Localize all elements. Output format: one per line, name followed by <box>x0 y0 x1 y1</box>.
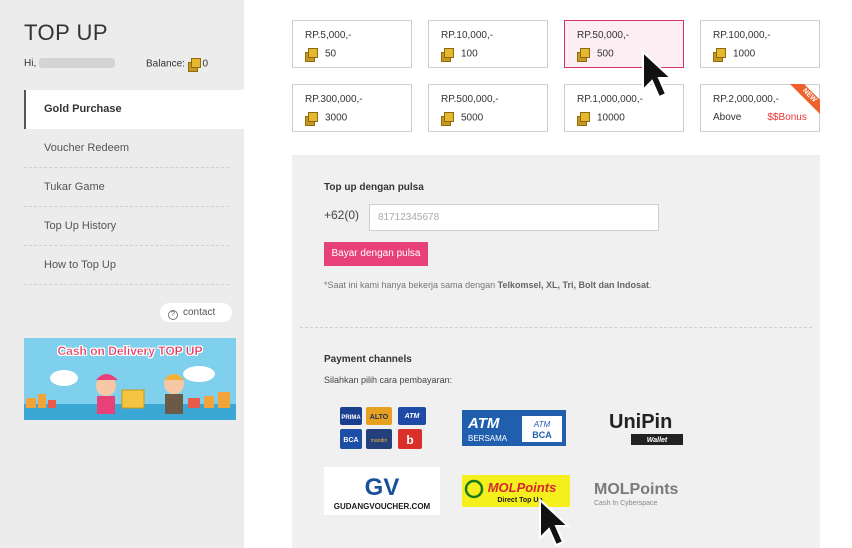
gold-coin-icon <box>441 48 454 62</box>
molpoints-cyberspace-channel[interactable]: MOLPoints Cash In Cyberspace <box>592 475 702 509</box>
package-100000[interactable]: RP.100,000,- 1000 <box>700 20 820 68</box>
svg-text:ATM: ATM <box>404 413 420 420</box>
note-suffix: . <box>648 280 652 290</box>
gold-coin-icon <box>577 48 590 62</box>
package-gold-amount: 500 <box>597 48 614 60</box>
note-operators: Telkomsel, XL, Tri, Bolt dan Indosat <box>497 280 649 290</box>
svg-text:ALTO: ALTO <box>370 414 389 421</box>
nav-item-top-up-history[interactable]: Top Up History <box>24 207 229 246</box>
gudang-voucher-channel[interactable]: GV GUDANGVOUCHER.COM <box>324 467 440 515</box>
gold-coin-icon <box>441 112 454 126</box>
package-gold: 1000 <box>713 48 756 62</box>
svg-text:b: b <box>406 433 413 447</box>
package-gold: 500 <box>577 48 614 62</box>
payment-channels-subtitle: Silahkan pilih cara pembayaran: <box>324 375 453 385</box>
gold-coin-icon <box>713 48 726 62</box>
svg-text:GV: GV <box>365 474 400 501</box>
sidebar: TOP UP Hi, Balance: 0 Gold Purchase Vouc… <box>0 0 244 548</box>
package-gold-amount: Above <box>713 112 742 123</box>
question-icon: ? <box>168 310 178 320</box>
operator-note: *Saat ini kami hanya bekerja sama dengan… <box>324 280 651 290</box>
svg-text:mandiri: mandiri <box>371 438 387 444</box>
gold-coin-icon <box>305 112 318 126</box>
nav-item-how-to-top-up[interactable]: How to Top Up <box>24 246 229 285</box>
contact-label: contact <box>183 307 216 318</box>
nav-item-gold-purchase[interactable]: Gold Purchase <box>24 90 244 129</box>
package-price: RP.1,000,000,- <box>577 94 643 105</box>
svg-text:MOLPoints: MOLPoints <box>488 480 557 495</box>
package-gold: 10000 <box>577 112 625 126</box>
balance-label: Balance: <box>146 58 185 70</box>
package-price: RP.50,000,- <box>577 30 630 41</box>
payment-channels-heading: Payment channels <box>324 354 412 365</box>
atm-bersama-bca-channel[interactable]: ATM BERSAMA ATM BCA <box>462 410 566 446</box>
package-300000[interactable]: RP.300,000,- 3000 <box>292 84 412 132</box>
bank-transfer-channel[interactable]: PRIMA ALTO ATM BCA mandiri b <box>340 405 430 451</box>
greeting: Hi, <box>24 58 116 69</box>
package-5000[interactable]: RP.5,000,- 50 <box>292 20 412 68</box>
package-gold-amount: 50 <box>325 48 337 60</box>
note-prefix: *Saat ini kami hanya bekerja sama dengan <box>324 280 498 290</box>
svg-text:Direct Top Up: Direct Top Up <box>497 497 542 504</box>
username-redacted <box>39 58 116 69</box>
package-2000000[interactable]: RP.2,000,000,- Above $$Bonus NEW <box>700 84 820 132</box>
svg-text:GUDANGVOUCHER.COM: GUDANGVOUCHER.COM <box>334 502 431 511</box>
svg-text:Cash In Cyberspace: Cash In Cyberspace <box>594 500 658 507</box>
package-gold-amount: 100 <box>461 48 478 60</box>
package-price: RP.100,000,- <box>713 30 771 41</box>
package-gold-amount: 1000 <box>733 48 756 60</box>
nav-item-voucher-redeem[interactable]: Voucher Redeem <box>24 129 229 168</box>
package-gold: 100 <box>441 48 478 62</box>
svg-text:BERSAMA: BERSAMA <box>468 434 508 443</box>
package-gold-amount: 3000 <box>325 112 348 124</box>
contact-button[interactable]: ? contact <box>160 303 232 322</box>
new-badge-label: NEW <box>790 84 820 114</box>
svg-text:ATM: ATM <box>467 415 500 432</box>
balance-value: 0 <box>202 58 209 70</box>
payment-panel: Top up dengan pulsa +62(0) Bayar dengan … <box>292 155 820 548</box>
package-gold: 3000 <box>305 112 348 126</box>
package-price: RP.300,000,- <box>305 94 363 105</box>
pulsa-heading: Top up dengan pulsa <box>324 182 424 193</box>
phone-prefix: +62(0) <box>324 208 360 222</box>
greeting-text: Hi, <box>24 58 37 69</box>
package-10000[interactable]: RP.10,000,- 100 <box>428 20 548 68</box>
gold-coin-icon <box>305 48 318 62</box>
svg-text:BCA: BCA <box>532 430 552 440</box>
balance: Balance: 0 <box>146 58 209 72</box>
svg-text:UniPin: UniPin <box>609 411 672 433</box>
package-price: RP.5,000,- <box>305 30 352 41</box>
sidebar-nav: Gold Purchase Voucher Redeem Tukar Game … <box>24 90 244 285</box>
gold-coin-icon <box>187 58 201 72</box>
svg-text:Wallet: Wallet <box>647 437 668 444</box>
svg-text:BCA: BCA <box>343 437 358 444</box>
new-badge: NEW <box>790 84 820 114</box>
mouse-cursor-icon <box>642 50 674 99</box>
package-500000[interactable]: RP.500,000,- 5000 <box>428 84 548 132</box>
cod-banner[interactable]: Cash on Delivery TOP UP <box>24 338 236 420</box>
unipin-wallet-channel[interactable]: UniPin Wallet <box>607 407 687 447</box>
svg-text:ATM: ATM <box>533 420 551 429</box>
page: TOP UP Hi, Balance: 0 Gold Purchase Vouc… <box>0 0 852 548</box>
package-price: RP.2,000,000,- <box>713 94 779 105</box>
package-gold-amount: 5000 <box>461 112 484 124</box>
svg-text:MOLPoints: MOLPoints <box>594 481 679 498</box>
package-price: RP.500,000,- <box>441 94 499 105</box>
banner-title: Cash on Delivery TOP UP <box>57 344 203 358</box>
divider <box>300 327 812 328</box>
package-price: RP.10,000,- <box>441 30 494 41</box>
package-gold: 50 <box>305 48 337 62</box>
svg-text:PRIMA: PRIMA <box>341 415 361 421</box>
gold-coin-icon <box>577 112 590 126</box>
mouse-cursor-icon <box>539 498 571 547</box>
package-gold-amount: 10000 <box>597 112 625 124</box>
page-title: TOP UP <box>24 20 109 45</box>
phone-number-input[interactable] <box>369 204 659 231</box>
package-gold: 5000 <box>441 112 484 126</box>
nav-item-tukar-game[interactable]: Tukar Game <box>24 168 229 207</box>
pay-with-pulsa-button[interactable]: Bayar dengan pulsa <box>324 242 428 266</box>
